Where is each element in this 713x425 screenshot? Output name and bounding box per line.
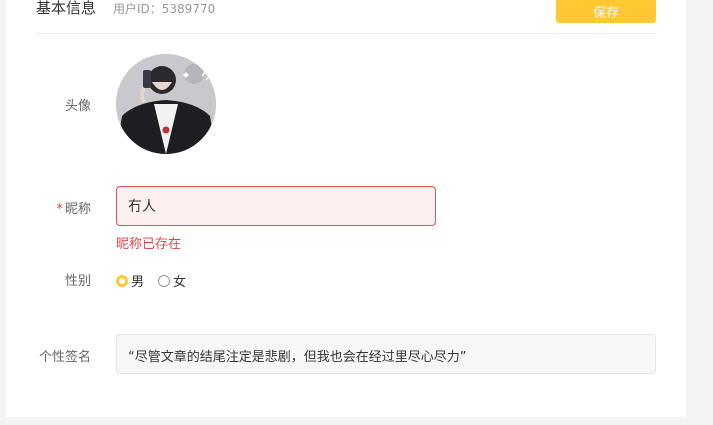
gender-option-label: 男 — [131, 275, 145, 290]
save-button[interactable]: 保存 — [556, 0, 656, 23]
nickname-label-text: 昵称 — [64, 202, 91, 217]
avatar-image — [116, 54, 216, 154]
gender-label: 性别 — [64, 274, 91, 289]
radio-checked-icon — [116, 274, 128, 287]
avatar-label: 头像 — [64, 99, 91, 114]
gender-option-male[interactable]: 男 — [116, 271, 144, 290]
gender-radio-group: 男 女 — [116, 271, 200, 290]
user-id-text: 用户ID：5389770 — [113, 2, 216, 16]
signature-label: 个性签名 — [38, 350, 91, 365]
signature-field[interactable]: “尽管文章的结尾注定是悲剧，但我也会在经过里尽心尽力” — [116, 334, 656, 374]
profile-card: 基本信息 用户ID：5389770 保存 头像 *昵称 昵称已存在 性别 男 — [6, 0, 686, 417]
gender-option-female[interactable]: 女 — [158, 271, 186, 290]
gender-option-label: 女 — [173, 275, 187, 290]
avatar[interactable] — [116, 54, 216, 154]
nickname-input[interactable] — [116, 186, 436, 226]
nickname-label: * 昵称 — [31, 198, 91, 217]
card-header: 基本信息 用户ID：5389770 保存 — [36, 0, 656, 34]
nickname-error: 昵称已存在 — [116, 237, 182, 252]
required-mark: * — [56, 202, 63, 217]
section-title: 基本信息 — [36, 0, 97, 17]
radio-unchecked-icon — [158, 274, 171, 287]
